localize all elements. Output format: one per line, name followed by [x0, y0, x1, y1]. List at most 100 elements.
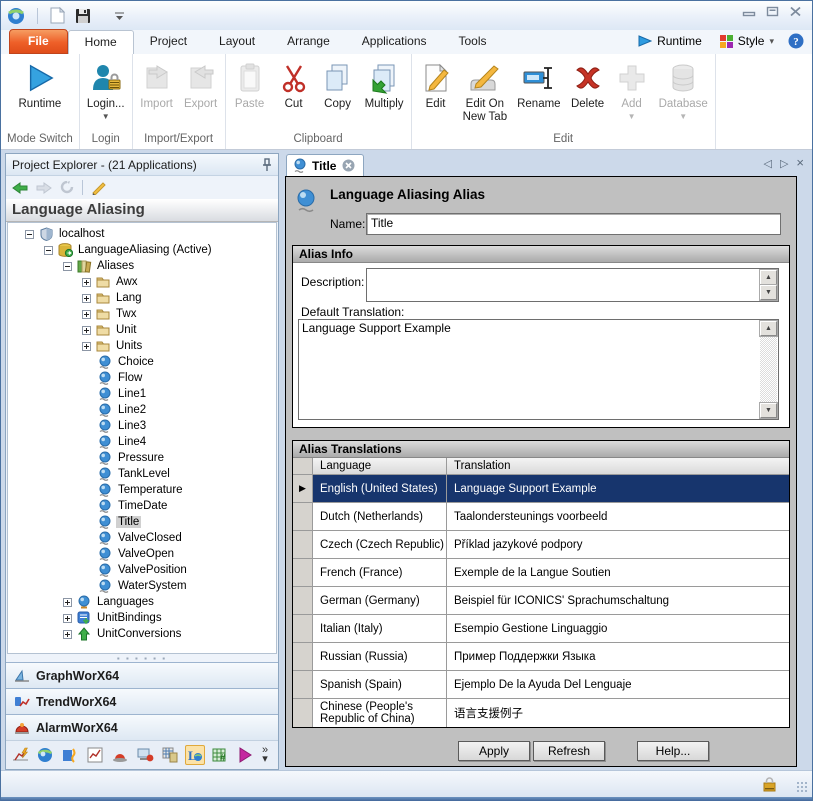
panel-alarmworx64[interactable]: AlarmWorX64: [6, 714, 278, 740]
language-cell[interactable]: Czech (Czech Republic): [313, 531, 447, 558]
quick-access-dropdown-icon[interactable]: [115, 12, 124, 20]
tree-item-temperature[interactable]: Temperature: [8, 482, 276, 498]
tab-home[interactable]: Home: [68, 30, 134, 54]
row-selector[interactable]: [293, 615, 313, 642]
help-button[interactable]: Help...: [637, 741, 709, 761]
tree-item-aliases[interactable]: Aliases: [8, 258, 276, 274]
recipes-icon[interactable]: #: [210, 745, 230, 765]
ribbon-button-edit-on-new-tab[interactable]: Edit On New Tab: [458, 58, 513, 127]
language-cell[interactable]: English (United States): [313, 475, 447, 502]
tree-expander-icon[interactable]: [63, 614, 72, 623]
row-selector[interactable]: [293, 699, 313, 727]
translation-row-russian-russia[interactable]: Russian (Russia)Пример Поддержки Языка: [293, 643, 789, 671]
tab-scroll-left-icon[interactable]: ◁: [763, 157, 771, 170]
scroll-down-icon[interactable]: ▼: [760, 285, 777, 300]
panel-trendworx64[interactable]: TrendWorX64: [6, 688, 278, 714]
row-selector[interactable]: [293, 559, 313, 586]
resize-grip[interactable]: [796, 781, 808, 793]
ribbon-button-runtime[interactable]: Runtime: [14, 58, 67, 114]
tab-scroll-right-icon[interactable]: ▷: [780, 157, 788, 170]
app-icon[interactable]: [7, 7, 25, 25]
tab-project[interactable]: Project: [134, 30, 203, 54]
translation-row-italian-italy[interactable]: Italian (Italy)Esempio Gestione Linguagg…: [293, 615, 789, 643]
tree-expander-icon[interactable]: [82, 326, 91, 335]
style-button[interactable]: Style: [738, 34, 765, 48]
language-cell[interactable]: Russian (Russia): [313, 643, 447, 670]
row-selector[interactable]: [293, 671, 313, 698]
runtime-toggle[interactable]: Runtime: [657, 34, 702, 48]
language-cell[interactable]: German (Germany): [313, 587, 447, 614]
translation-cell[interactable]: Language Support Example: [447, 475, 789, 502]
dropdown-arrow-icon[interactable]: ▼: [102, 112, 110, 121]
tree-expander-icon[interactable]: [82, 342, 91, 351]
tree-item-lang[interactable]: Lang: [8, 290, 276, 306]
pin-icon[interactable]: [262, 158, 272, 172]
refresh-button[interactable]: Refresh: [533, 741, 605, 761]
translation-row-english-united-states[interactable]: ▶English (United States)Language Support…: [293, 475, 789, 503]
column-header-language[interactable]: Language: [313, 458, 447, 474]
new-document-icon[interactable]: [50, 7, 65, 24]
tree-item-valveclosed[interactable]: ValveClosed: [8, 530, 276, 546]
tree-expander-icon[interactable]: [63, 598, 72, 607]
alarm-server-icon[interactable]: [110, 745, 130, 765]
tab-applications[interactable]: Applications: [346, 30, 443, 54]
translation-row-spanish-spain[interactable]: Spanish (Spain)Ejemplo De la Ayuda Del L…: [293, 671, 789, 699]
tree-item-unitbindings[interactable]: UnitBindings: [8, 610, 276, 626]
close-button[interactable]: [789, 6, 802, 17]
mobilehmi-icon[interactable]: [135, 745, 155, 765]
save-icon[interactable]: [75, 8, 91, 24]
tree-item-valveposition[interactable]: ValvePosition: [8, 562, 276, 578]
dataworx-icon[interactable]: [160, 745, 180, 765]
translation-cell[interactable]: Taalondersteunings voorbeeld: [447, 503, 789, 530]
language-aliasing-icon[interactable]: L: [185, 745, 205, 765]
tree-item-unitconversions[interactable]: UnitConversions: [8, 626, 276, 642]
scroll-up-icon[interactable]: ▲: [760, 270, 777, 285]
document-tab-title[interactable]: Title: [286, 154, 364, 176]
row-selector[interactable]: [293, 531, 313, 558]
dropdown-arrow-icon[interactable]: ▼: [628, 112, 636, 121]
translation-row-dutch-netherlands[interactable]: Dutch (Netherlands)Taalondersteunings vo…: [293, 503, 789, 531]
tree-expander-icon[interactable]: [82, 278, 91, 287]
translation-cell[interactable]: Exemple de la Langue Soutien: [447, 559, 789, 586]
translation-row-chinese-people-s-republic-of-china[interactable]: Chinese (People's Republic of China)语言支援…: [293, 699, 789, 727]
ribbon-button-copy[interactable]: Copy: [316, 58, 360, 114]
tree-item-valveopen[interactable]: ValveOpen: [8, 546, 276, 562]
dropdown-arrow-icon[interactable]: ▼: [679, 112, 687, 121]
language-cell[interactable]: Spanish (Spain): [313, 671, 447, 698]
tree-expander-icon[interactable]: [63, 262, 72, 271]
energy-analytix-icon[interactable]: [10, 745, 30, 765]
minimize-button[interactable]: [742, 6, 756, 17]
row-selector[interactable]: [293, 587, 313, 614]
tree-item-tanklevel[interactable]: TankLevel: [8, 466, 276, 482]
language-cell[interactable]: Italian (Italy): [313, 615, 447, 642]
row-selector[interactable]: ▶: [293, 475, 313, 502]
ribbon-button-login[interactable]: Login...▼: [82, 58, 130, 124]
tree-item-flow[interactable]: Flow: [8, 370, 276, 386]
translation-cell[interactable]: 语言支援例子: [447, 699, 789, 727]
default-translation-input[interactable]: Language Support Example ▲▼: [298, 319, 779, 420]
forward-icon[interactable]: [36, 182, 52, 194]
tree-expander-icon[interactable]: [82, 294, 91, 303]
tree-item-line4[interactable]: Line4: [8, 434, 276, 450]
translation-cell[interactable]: Esempio Gestione Linguaggio: [447, 615, 789, 642]
help-icon[interactable]: ?: [788, 33, 804, 49]
tree-item-localhost[interactable]: localhost: [8, 226, 276, 242]
overflow-chevron-icon[interactable]: »▾: [262, 746, 268, 764]
tree-item-twx[interactable]: Twx: [8, 306, 276, 322]
tree-item-unit[interactable]: Unit: [8, 322, 276, 338]
column-header-translation[interactable]: Translation: [447, 458, 789, 474]
translation-cell[interactable]: Ejemplo De la Ayuda Del Lenguaje: [447, 671, 789, 698]
style-dropdown-icon[interactable]: ▾: [769, 36, 774, 47]
tab-layout[interactable]: Layout: [203, 30, 271, 54]
tree-item-awx[interactable]: Awx: [8, 274, 276, 290]
language-cell[interactable]: Chinese (People's Republic of China): [313, 699, 447, 727]
refresh-icon[interactable]: [60, 181, 74, 194]
playback-icon[interactable]: [235, 745, 255, 765]
back-icon[interactable]: [12, 182, 28, 194]
trend-chart-icon[interactable]: [85, 745, 105, 765]
translation-cell[interactable]: Příklad jazykové podpory: [447, 531, 789, 558]
ribbon-button-rename[interactable]: Rename: [512, 58, 565, 114]
tree-item-line2[interactable]: Line2: [8, 402, 276, 418]
tree-item-languagealiasing-active[interactable]: LanguageAliasing (Active): [8, 242, 276, 258]
ribbon-button-multiply[interactable]: Multiply: [360, 58, 409, 114]
